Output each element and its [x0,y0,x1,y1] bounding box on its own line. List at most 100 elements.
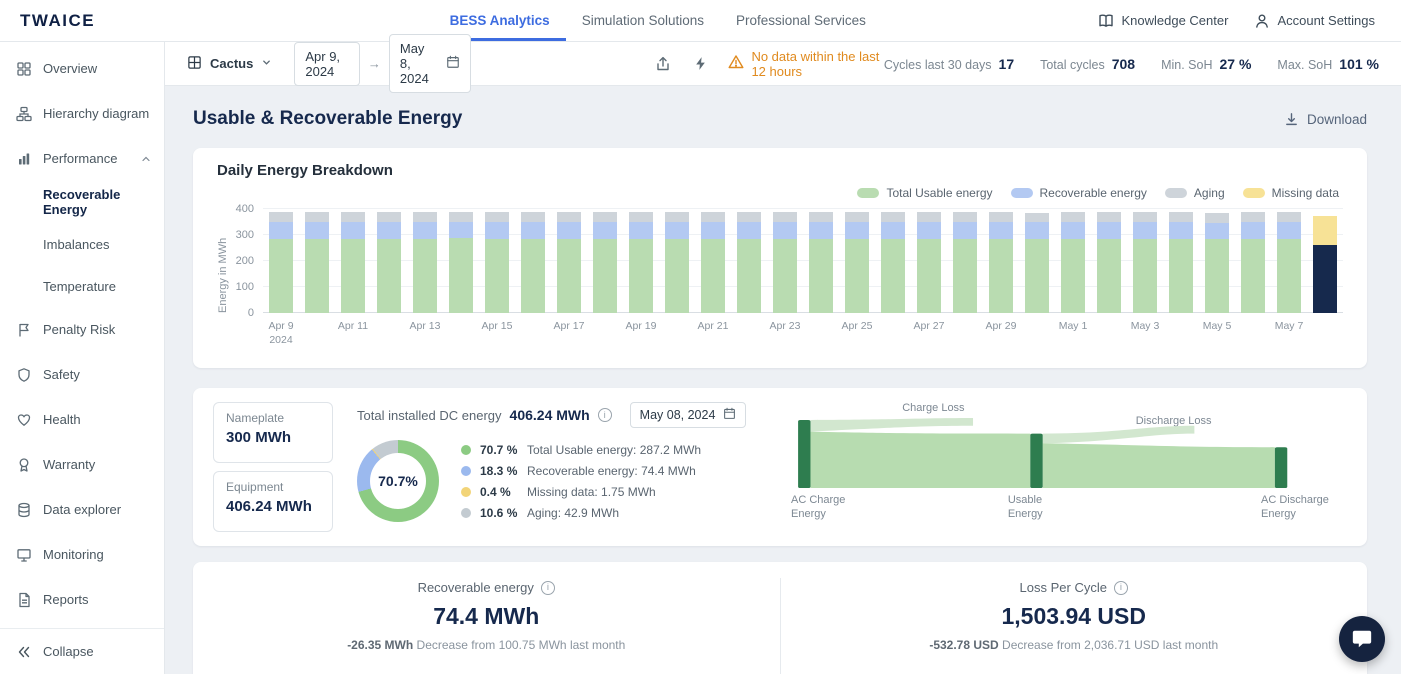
stat-max-soh: Max. SoH 101 % [1277,56,1379,72]
bar-segment [305,238,329,313]
legend-item-total-usable[interactable]: Total Usable energy [857,186,993,200]
quick-actions-button[interactable] [689,52,712,76]
bar-apr-28[interactable] [947,209,983,313]
bar-apr-16[interactable] [515,209,551,313]
bar-apr-12[interactable] [371,209,407,313]
x-tick-label [803,319,839,347]
donut-legend-item-total-usable[interactable]: 70.7 % Total Usable energy: 287.2 MWh [461,443,701,457]
account-settings-label: Account Settings [1277,13,1375,28]
sidebar-label: Temperature [43,278,116,294]
tab-professional-services[interactable]: Professional Services [720,0,882,41]
bar-apr-15[interactable] [479,209,515,313]
legend-item-missing-data[interactable]: Missing data [1242,186,1339,200]
bar-apr-23[interactable] [767,209,803,313]
site-icon [187,55,202,73]
bar-segment [449,211,473,222]
sidebar-item-imbalances[interactable]: Imbalances [0,223,164,265]
account-settings-button[interactable]: Account Settings [1244,0,1385,41]
twaice-logo[interactable]: TWAICE [0,0,165,41]
info-icon[interactable]: i [1113,580,1128,595]
bar-apr-14[interactable] [443,209,479,313]
bar-apr-18[interactable] [587,209,623,313]
donut-legend-item-aging[interactable]: 10.6 % Aging: 42.9 MWh [461,506,701,520]
bar-apr-10[interactable] [299,209,335,313]
bar-apr-25[interactable] [839,209,875,313]
sidebar-item-recoverable-energy[interactable]: Recoverable Energy [0,181,164,223]
sidebar-label: Imbalances [43,236,110,252]
donut-legend-item-recoverable[interactable]: 18.3 % Recoverable energy: 74.4 MWh [461,464,701,478]
bar-apr-26[interactable] [875,209,911,313]
sidebar-item-safety[interactable]: Safety [0,352,164,397]
metric-recoverable-energy: Recoverable energy i 74.4 MWh -26.35 MWh… [193,562,780,674]
donut-legend-item-missing-data[interactable]: 0.4 % Missing data: 1.75 MWh [461,485,701,499]
bar-segment [665,212,689,223]
bar-segment [953,222,977,239]
download-button[interactable]: Download [1284,112,1367,127]
tab-simulation-solutions[interactable]: Simulation Solutions [566,0,720,41]
sidebar-label: Performance [43,151,118,166]
bar-may-2[interactable] [1091,209,1127,313]
sidebar-item-temperature[interactable]: Temperature [0,265,164,307]
bar-apr-9[interactable] [263,209,299,313]
bar-may-7[interactable] [1271,209,1307,313]
site-selector[interactable]: Cactus [179,49,280,79]
bar-apr-30[interactable] [1019,209,1055,313]
chart-legend: Total Usable energy Recoverable energy A… [857,186,1339,200]
stat-cycles-30-days: Cycles last 30 days 17 [884,56,1014,72]
sidebar-item-monitoring[interactable]: Monitoring [0,532,164,577]
bar-segment [1241,238,1265,313]
bar-segment [881,212,905,223]
legend-item-recoverable[interactable]: Recoverable energy [1010,186,1147,200]
bar-may-4[interactable] [1163,209,1199,313]
bar-segment [953,211,977,223]
bar-may-1[interactable] [1055,209,1091,313]
info-icon[interactable]: i [540,580,555,595]
bar-apr-20[interactable] [659,209,695,313]
bar-apr-24[interactable] [803,209,839,313]
sidebar-item-performance[interactable]: Performance [0,136,164,181]
bar-apr-11[interactable] [335,209,371,313]
bar-may-8[interactable] [1307,209,1343,313]
bar-may-3[interactable] [1127,209,1163,313]
x-tick-label: Apr 23 [769,320,801,332]
bar-apr-21[interactable] [695,209,731,313]
sidebar-item-data-explorer[interactable]: Data explorer [0,487,164,532]
bar-apr-13[interactable] [407,209,443,313]
bar-segment [1133,212,1157,223]
bar-segment [701,211,725,223]
bar-segment [989,238,1013,313]
bar-segment [1097,238,1121,313]
bar-segment [521,239,545,313]
x-tick-label [299,319,335,347]
bar-segment [1205,212,1229,223]
bar-apr-17[interactable] [551,209,587,313]
sidebar-item-overview[interactable]: Overview [0,46,164,91]
sidebar-item-penalty-risk[interactable]: Penalty Risk [0,307,164,352]
day-date-picker[interactable]: May 08, 2024 [629,402,747,428]
bar-apr-22[interactable] [731,209,767,313]
bar-segment [269,239,293,313]
sidebar-item-warranty[interactable]: Warranty [0,442,164,487]
bar-apr-27[interactable] [911,209,947,313]
bar-segment [1169,222,1193,240]
date-from-input[interactable]: Apr 9, 2024 [294,41,360,86]
sidebar-collapse-button[interactable]: Collapse [0,628,164,674]
bar-may-6[interactable] [1235,209,1271,313]
bar-segment [593,222,617,240]
bar-segment [593,212,617,223]
bar-segment [413,222,437,240]
bar-segment [917,212,941,223]
sidebar-item-reports[interactable]: Reports [0,577,164,622]
bar-apr-29[interactable] [983,209,1019,313]
sidebar-item-health[interactable]: Health [0,397,164,442]
info-icon[interactable]: i [597,408,612,422]
bar-may-5[interactable] [1199,209,1235,313]
date-to-input[interactable]: May 8, 2024 [388,34,472,93]
bar-apr-19[interactable] [623,209,659,313]
share-button[interactable] [651,52,675,76]
sidebar-item-hierarchy-diagram[interactable]: Hierarchy diagram [0,91,164,136]
chat-button[interactable] [1339,616,1385,662]
knowledge-center-button[interactable]: Knowledge Center [1088,0,1238,41]
bar-segment [665,222,689,240]
legend-item-aging[interactable]: Aging [1164,186,1225,200]
